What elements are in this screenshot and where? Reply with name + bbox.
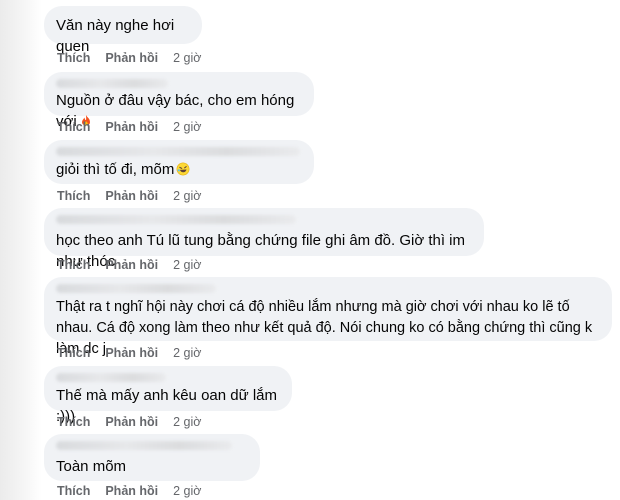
left-edge-shadow bbox=[0, 0, 42, 500]
like-button[interactable]: Thích bbox=[57, 484, 90, 498]
like-button[interactable]: Thích bbox=[57, 346, 90, 360]
reply-button[interactable]: Phản hồi bbox=[105, 51, 158, 65]
reply-button[interactable]: Phản hồi bbox=[105, 415, 158, 429]
like-button[interactable]: Thích bbox=[57, 120, 90, 134]
rolling-laugh-icon bbox=[177, 162, 190, 176]
like-button[interactable]: Thích bbox=[57, 415, 90, 429]
blurred-author-name bbox=[56, 284, 216, 293]
reply-button[interactable]: Phản hồi bbox=[105, 258, 158, 272]
comment-actions: Thích Phản hồi 2 giờ bbox=[57, 484, 201, 498]
comment-bubble: Thế mà mấy anh kêu oan dữ lắm :))) bbox=[44, 366, 292, 425]
comment-actions: Thích Phản hồi 2 giờ bbox=[57, 51, 201, 65]
comment-text: giỏi thì tố đi, mõm bbox=[56, 159, 302, 180]
like-button[interactable]: Thích bbox=[57, 51, 90, 65]
blurred-author-name bbox=[56, 373, 166, 382]
comment-bubble: Thật ra t nghĩ hội này chơi cá độ nhiều … bbox=[44, 277, 612, 357]
comment-bubble: giỏi thì tố đi, mõm bbox=[44, 140, 314, 184]
blurred-author-name bbox=[56, 147, 300, 156]
like-button[interactable]: Thích bbox=[57, 189, 90, 203]
comment-actions: Thích Phản hồi 2 giờ bbox=[57, 120, 201, 134]
reply-button[interactable]: Phản hồi bbox=[105, 189, 158, 203]
comment-actions: Thích Phản hồi 2 giờ bbox=[57, 346, 201, 360]
blurred-author-name bbox=[56, 441, 232, 450]
timestamp[interactable]: 2 giờ bbox=[173, 346, 201, 360]
reply-button[interactable]: Phản hồi bbox=[105, 484, 158, 498]
timestamp[interactable]: 2 giờ bbox=[173, 189, 201, 203]
like-button[interactable]: Thích bbox=[57, 258, 90, 272]
timestamp[interactable]: 2 giờ bbox=[173, 120, 201, 134]
reply-button[interactable]: Phản hồi bbox=[105, 346, 158, 360]
blurred-author-name bbox=[56, 79, 168, 88]
reply-button[interactable]: Phản hồi bbox=[105, 120, 158, 134]
comment-actions: Thích Phản hồi 2 giờ bbox=[57, 415, 201, 429]
comment-bubble: Toàn mõm bbox=[44, 434, 260, 481]
timestamp[interactable]: 2 giờ bbox=[173, 415, 201, 429]
timestamp[interactable]: 2 giờ bbox=[173, 258, 201, 272]
timestamp[interactable]: 2 giờ bbox=[173, 51, 201, 65]
comment-text: Toàn mõm bbox=[56, 458, 127, 475]
comment-actions: Thích Phản hồi 2 giờ bbox=[57, 258, 201, 272]
timestamp[interactable]: 2 giờ bbox=[173, 484, 201, 498]
comment-bubble: Văn này nghe hơi quen bbox=[44, 6, 202, 55]
blurred-author-name bbox=[56, 215, 296, 224]
comment-bubble: học theo anh Tú lũ tung bằng chứng file … bbox=[44, 208, 484, 270]
comment-actions: Thích Phản hồi 2 giờ bbox=[57, 189, 201, 203]
comment-bubble: Nguồn ở đâu vậy bác, cho em hóng với bbox=[44, 72, 314, 130]
